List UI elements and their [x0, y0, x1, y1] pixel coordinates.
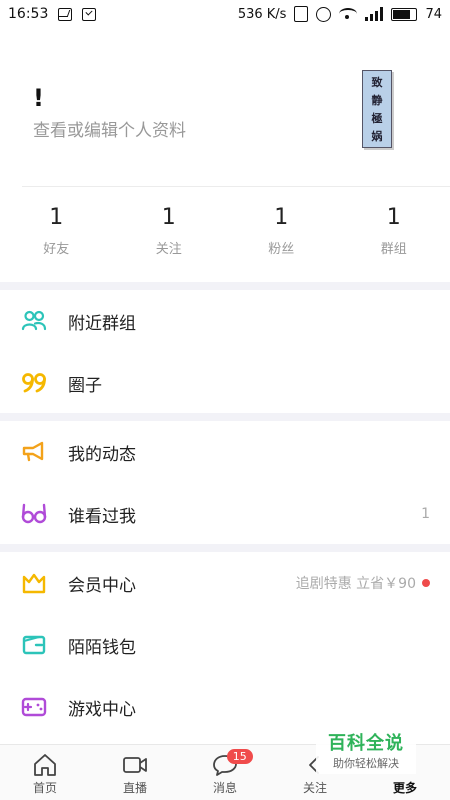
- tab-label: 直播: [122, 781, 147, 795]
- stat-fans[interactable]: 1 粉丝: [225, 205, 338, 275]
- vip-promo: 追剧特惠 立省￥90: [296, 573, 430, 593]
- stat-value: 1: [49, 205, 64, 230]
- notification-mail-icon: [58, 7, 73, 21]
- section-divider: [0, 282, 450, 290]
- menu-label: 附近群组: [68, 313, 136, 334]
- watermark-subtitle: 助你轻松解决: [333, 757, 399, 770]
- stat-label: 关注: [155, 242, 182, 257]
- menu-label: 谁看过我: [68, 506, 136, 527]
- tab-label: 更多: [392, 781, 417, 795]
- divider: [22, 186, 450, 187]
- avatar-char: 致: [371, 76, 383, 89]
- red-dot-indicator: [422, 579, 430, 587]
- menu-label: 圈子: [68, 375, 102, 396]
- avatar-char: 静: [371, 94, 383, 107]
- vibrate-icon: [294, 6, 309, 22]
- battery-icon: [391, 7, 418, 21]
- profile-header[interactable]: ! 查看或编辑个人资料 致 静 極 娲: [0, 70, 450, 185]
- wifi-icon: [339, 8, 358, 20]
- people-icon: [21, 310, 47, 331]
- tab-label: 关注: [302, 781, 327, 795]
- stat-value: 1: [386, 205, 401, 230]
- menu-item-circle[interactable]: 圈子: [0, 352, 450, 414]
- glasses-icon: [21, 503, 47, 524]
- menu-label: 游戏中心: [68, 699, 136, 720]
- edit-profile-link[interactable]: 查看或编辑个人资料: [33, 116, 186, 141]
- menu-item-nearby-groups[interactable]: 附近群组: [0, 290, 450, 352]
- avatar-char: 娲: [371, 130, 383, 143]
- stat-groups[interactable]: 1 群组: [338, 205, 450, 275]
- menu-item-my-feed[interactable]: 我的动态: [0, 421, 450, 483]
- menu-label: 我的动态: [68, 444, 136, 465]
- watermark-title: 百科全说: [328, 733, 404, 754]
- status-time: 16:53: [8, 6, 49, 22]
- profile-name: !: [33, 84, 44, 112]
- stat-label: 好友: [43, 242, 70, 257]
- stat-label: 粉丝: [268, 242, 295, 257]
- menu-item-vip-center[interactable]: 会员中心 追剧特惠 立省￥90: [0, 552, 450, 614]
- battery-level: 74: [425, 6, 442, 22]
- megaphone-icon: [22, 441, 44, 462]
- stat-friends[interactable]: 1 好友: [0, 205, 113, 275]
- menu-label: 会员中心: [68, 575, 136, 596]
- alarm-icon: [316, 6, 332, 22]
- net-speed: 536 K/s: [237, 6, 287, 22]
- tab-label: 首页: [32, 781, 57, 795]
- section-divider: [0, 413, 450, 421]
- video-camera-icon: [123, 757, 147, 773]
- notification-check-icon: [82, 7, 97, 21]
- stat-label: 群组: [380, 242, 407, 257]
- message-count-badge: 15: [226, 749, 253, 764]
- signal-icon: [365, 7, 384, 21]
- avatar-char: 極: [371, 112, 383, 125]
- menu-item-who-viewed[interactable]: 谁看过我 1: [0, 483, 450, 545]
- status-bar: 16:53 536 K/s 74: [0, 0, 450, 28]
- stat-following[interactable]: 1 关注: [113, 205, 226, 275]
- stat-value: 1: [161, 205, 176, 230]
- gamepad-icon: [21, 697, 47, 717]
- quote-icon: [22, 373, 46, 393]
- wallet-icon: [22, 635, 46, 655]
- avatar[interactable]: 致 静 極 娲: [362, 70, 392, 148]
- menu-item-wallet[interactable]: 陌陌钱包: [0, 614, 450, 676]
- watermark-logo: 百科全说 助你轻松解决: [316, 726, 416, 774]
- menu-label: 陌陌钱包: [68, 637, 136, 658]
- viewer-count: 1: [421, 506, 430, 522]
- section-divider: [0, 544, 450, 552]
- home-icon: [34, 754, 56, 776]
- vip-promo-text: 追剧特惠 立省￥90: [295, 576, 416, 592]
- stat-value: 1: [274, 205, 289, 230]
- crown-icon: [22, 573, 46, 594]
- stats-bar: 1 好友 1 关注 1 粉丝 1 群组: [0, 205, 450, 275]
- tab-home[interactable]: 首页: [0, 745, 90, 800]
- tab-messages[interactable]: 15 消息: [180, 745, 270, 800]
- tab-live[interactable]: 直播: [90, 745, 180, 800]
- tab-label: 消息: [212, 781, 237, 795]
